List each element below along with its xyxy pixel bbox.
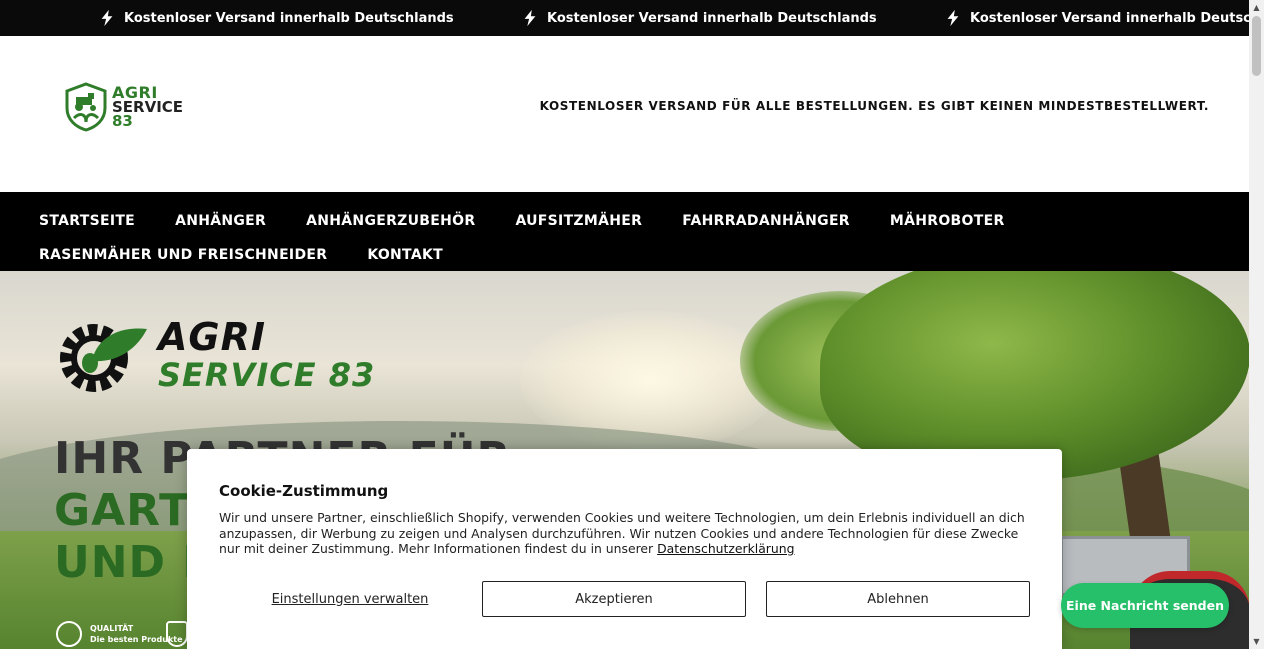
logo-number: 83: [112, 112, 133, 130]
nav-item-maehroboter[interactable]: MÄHROBOTER: [870, 213, 1025, 229]
lightning-bolt-icon: [947, 9, 959, 27]
decline-button[interactable]: Ablehnen: [766, 581, 1030, 617]
hero-logo-service: SERVICE 83: [158, 356, 376, 394]
cookie-consent-banner: Cookie-Zustimmung Wir und unsere Partner…: [187, 449, 1062, 649]
accept-button[interactable]: Akzeptieren: [482, 581, 746, 617]
nav-item-startseite[interactable]: STARTSEITE: [19, 213, 155, 229]
nav-item-rasenmaeher[interactable]: RASENMÄHER UND FREISCHNEIDER: [19, 247, 347, 263]
privacy-policy-link[interactable]: Datenschutzerklärung: [657, 541, 794, 556]
nav-item-fahrradanhaenger[interactable]: FAHRRADANHÄNGER: [662, 213, 870, 229]
nav-item-kontakt[interactable]: KONTAKT: [347, 247, 463, 263]
hero-logo-text: AGRI SERVICE 83: [158, 318, 375, 394]
lightning-bolt-icon: [524, 9, 536, 27]
announcement-item: Kostenloser Versand innerhalb Deutschlan…: [944, 0, 1249, 36]
hero-logo: AGRI SERVICE 83: [52, 311, 375, 401]
nav-row: STARTSEITE ANHÄNGER ANHÄNGERZUBEHÖR AUFS…: [19, 204, 1230, 238]
lightning-bolt-icon: [101, 9, 113, 27]
site-header: AGRI SERVICE 83 KOSTENLOSER VERSAND FÜR …: [0, 36, 1249, 192]
shipping-message: KOSTENLOSER VERSAND FÜR ALLE BESTELLUNGE…: [539, 99, 1209, 113]
send-message-button[interactable]: Eine Nachricht senden: [1061, 583, 1229, 628]
cookie-actions: Einstellungen verwalten Akzeptieren Able…: [219, 581, 1030, 617]
announcement-bar: Kostenloser Versand innerhalb Deutschlan…: [0, 0, 1249, 36]
scroll-up-icon[interactable]: ▲: [1249, 0, 1264, 15]
quality-badge: QUALITÄT Die besten Produkte: [56, 621, 188, 647]
scroll-down-icon[interactable]: ▼: [1249, 634, 1264, 649]
logo-text: AGRI SERVICE 83: [112, 85, 183, 130]
scrollbar-thumb[interactable]: [1252, 16, 1261, 76]
gear-leaf-icon: [60, 324, 147, 392]
shield-check-icon: [166, 621, 188, 647]
cookie-title: Cookie-Zustimmung: [219, 482, 389, 500]
nav-item-aufsitzmaeher[interactable]: AUFSITZMÄHER: [495, 213, 662, 229]
nav-item-anhaengerzubehoer[interactable]: ANHÄNGERZUBEHÖR: [286, 213, 495, 229]
announcement-item: Kostenloser Versand innerhalb Deutschlan…: [98, 0, 454, 36]
announcement-text: Kostenloser Versand innerhalb Deutschlan…: [124, 10, 454, 26]
cookie-text: Wir und unsere Partner, einschließlich S…: [219, 510, 1029, 557]
announcement-item: Kostenloser Versand innerhalb Deutschlan…: [521, 0, 877, 36]
announcement-text: Kostenloser Versand innerhalb Deutschlan…: [547, 10, 877, 26]
nav-row: RASENMÄHER UND FREISCHNEIDER KONTAKT: [19, 238, 1230, 272]
hero-logo-agri: AGRI: [158, 315, 266, 359]
cookie-body: Wir und unsere Partner, einschließlich S…: [219, 510, 1025, 556]
announcement-text: Kostenloser Versand innerhalb Deutschlan…: [970, 10, 1249, 26]
nav-item-anhaenger[interactable]: ANHÄNGER: [155, 213, 286, 229]
site-logo[interactable]: AGRI SERVICE 83: [64, 82, 183, 132]
quality-icon: [56, 621, 82, 647]
page-scrollbar[interactable]: ▲ ▼: [1249, 0, 1264, 649]
main-nav: STARTSEITE ANHÄNGER ANHÄNGERZUBEHÖR AUFS…: [0, 192, 1249, 271]
shield-tractor-icon: [65, 82, 107, 132]
manage-settings-button[interactable]: Einstellungen verwalten: [219, 592, 481, 607]
